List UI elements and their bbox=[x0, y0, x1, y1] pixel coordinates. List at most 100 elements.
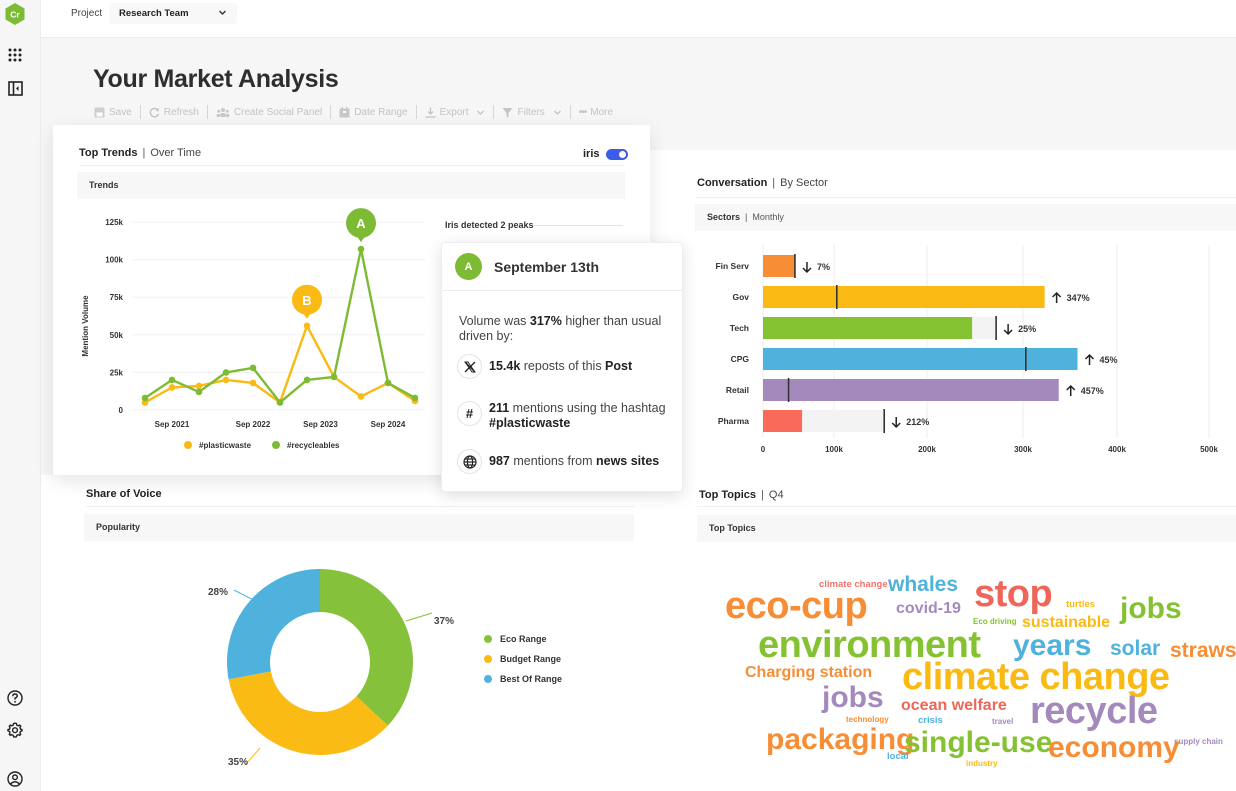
topic-word[interactable]: straws bbox=[1170, 640, 1236, 661]
y-axis-label: Mention Volume bbox=[81, 295, 90, 357]
legend-label: Best Of Range bbox=[500, 674, 562, 684]
conversation-title: Conversation | By Sector bbox=[697, 177, 828, 189]
topic-word[interactable]: covid-19 bbox=[896, 601, 961, 617]
divider bbox=[79, 165, 625, 166]
bar-cpg bbox=[763, 348, 1078, 370]
change-label: 45% bbox=[1100, 355, 1118, 365]
y-tick-label: 125k bbox=[105, 218, 123, 227]
save-button[interactable]: Save bbox=[94, 107, 132, 118]
refresh-label: Refresh bbox=[163, 106, 199, 118]
iris-toggle-label: iris bbox=[583, 148, 600, 160]
legend-item[interactable]: Budget Range bbox=[484, 654, 561, 664]
x-tick-label: 100k bbox=[825, 445, 843, 454]
topic-word[interactable]: jobs bbox=[1120, 594, 1182, 624]
arrow-down-icon bbox=[891, 417, 901, 429]
date-range-label: Date Range bbox=[354, 106, 408, 118]
legend-item[interactable]: Best Of Range bbox=[484, 674, 562, 684]
category-label: Tech bbox=[730, 323, 749, 333]
data-point bbox=[141, 394, 149, 402]
iris-toggle[interactable]: iris bbox=[583, 148, 628, 160]
settings-icon[interactable] bbox=[6, 721, 24, 739]
topic-word[interactable]: eco-cup bbox=[725, 587, 868, 625]
top-topics-title: Top Topics | Q4 bbox=[699, 489, 784, 501]
create-social-panel-button[interactable]: Create Social Panel bbox=[216, 107, 322, 118]
users-group-icon bbox=[216, 107, 230, 117]
topic-word[interactable]: jobs bbox=[822, 683, 884, 713]
toolbar-divider bbox=[206, 105, 208, 119]
topic-word[interactable]: economy bbox=[1048, 733, 1180, 763]
driver-hashtag[interactable]: # 211 mentions using the hashtag #plasti… bbox=[457, 401, 677, 431]
marker-label: B bbox=[302, 293, 311, 308]
project-select[interactable]: Research Team bbox=[109, 3, 237, 24]
topic-word[interactable]: local bbox=[887, 752, 909, 762]
account-icon[interactable] bbox=[6, 770, 24, 788]
x-tick-label: Sep 2023 bbox=[303, 420, 338, 429]
peak-marker-A[interactable]: A bbox=[346, 208, 376, 243]
toolbar: Save Refresh Create Social Panel Date Ra… bbox=[94, 105, 613, 119]
help-icon[interactable] bbox=[6, 689, 24, 707]
bar-pharma bbox=[763, 410, 803, 432]
date-range-button[interactable]: Date Range bbox=[339, 106, 408, 118]
collapse-panel-icon[interactable] bbox=[6, 79, 24, 97]
driver-news-sites[interactable]: 987 mentions from news sites bbox=[457, 449, 677, 474]
category-label: Pharma bbox=[718, 416, 749, 426]
create-social-panel-label: Create Social Panel bbox=[233, 106, 323, 118]
x-tick-label: Sep 2022 bbox=[236, 420, 271, 429]
calendar-icon bbox=[339, 106, 350, 117]
filters-button[interactable]: Filters bbox=[502, 107, 561, 118]
refresh-icon bbox=[149, 107, 159, 117]
topic-word[interactable]: turtles bbox=[1066, 600, 1095, 610]
sectors-subbar: Sectors | Monthly bbox=[695, 204, 1236, 231]
change-label: 457% bbox=[1081, 386, 1104, 396]
topic-word[interactable]: crisis bbox=[918, 716, 943, 726]
export-button[interactable]: Export bbox=[425, 107, 486, 118]
topic-word[interactable]: stop bbox=[974, 575, 1053, 613]
data-point bbox=[357, 393, 365, 400]
topic-word[interactable]: whales bbox=[888, 574, 958, 595]
x-tick-label: 500k bbox=[1200, 445, 1218, 454]
change-label: 7% bbox=[817, 262, 830, 272]
chevron-down-icon bbox=[219, 10, 226, 15]
legend-item[interactable]: Eco Range bbox=[484, 634, 547, 644]
save-label: Save bbox=[109, 106, 132, 118]
topic-word[interactable]: Charging station bbox=[745, 665, 872, 681]
slice-best-of-range bbox=[227, 569, 320, 680]
apps-grid-icon[interactable] bbox=[6, 46, 24, 64]
data-point bbox=[249, 364, 257, 372]
topic-word[interactable]: ocean welfare bbox=[901, 698, 1007, 714]
refresh-button[interactable]: Refresh bbox=[149, 107, 199, 118]
project-select-value: Research Team bbox=[119, 8, 189, 19]
x-tick-label: 400k bbox=[1108, 445, 1126, 454]
change-label: 212% bbox=[906, 417, 929, 427]
topic-word[interactable]: travel bbox=[992, 718, 1013, 726]
divider bbox=[86, 506, 634, 507]
more-button[interactable]: ••• More bbox=[579, 107, 613, 118]
bar-gov bbox=[763, 286, 1045, 308]
data-point bbox=[303, 376, 311, 384]
export-label: Export bbox=[439, 106, 469, 118]
data-point bbox=[276, 399, 284, 406]
trends-line-chart: 0 25k 50k 75k 100k 125k Mention Volume Sep 2021… bbox=[81, 208, 425, 450]
driver-reposts[interactable]: 15.4k reposts of this Post bbox=[457, 354, 677, 379]
top-topics-subbar: Top Topics bbox=[697, 515, 1236, 542]
arrow-down-icon bbox=[1003, 324, 1013, 336]
peak-detail-popup: A September 13th Volume was 317% higher … bbox=[441, 242, 683, 492]
data-point bbox=[384, 379, 392, 387]
slice-eco-range bbox=[320, 569, 413, 726]
topic-word[interactable]: industry bbox=[966, 760, 998, 768]
leader-line bbox=[245, 747, 261, 765]
bar-retail bbox=[763, 379, 1059, 401]
category-label: Retail bbox=[726, 385, 749, 395]
category-label: Gov bbox=[732, 292, 749, 302]
peak-marker-B[interactable]: B bbox=[292, 284, 322, 319]
topic-word[interactable]: single-use bbox=[904, 728, 1052, 758]
topic-word[interactable]: recycle bbox=[1030, 692, 1158, 730]
iris-switch[interactable] bbox=[605, 148, 628, 160]
x-tick-label: Sep 2021 bbox=[155, 420, 190, 429]
peak-badge: A bbox=[455, 253, 482, 280]
topic-word[interactable]: supply chain bbox=[1174, 738, 1223, 746]
app-logo[interactable]: Cr bbox=[5, 3, 25, 25]
legend-swatch bbox=[484, 655, 492, 663]
leader-line bbox=[405, 612, 433, 622]
y-tick-label: 100k bbox=[105, 256, 123, 265]
